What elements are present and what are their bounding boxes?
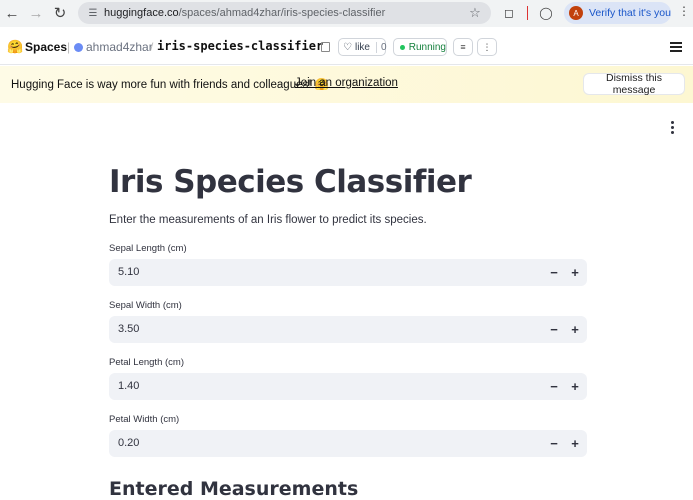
url-host: huggingface.co [104, 7, 179, 19]
status-dot [400, 44, 405, 50]
sepal-width-value[interactable]: 3.50 [118, 323, 139, 335]
join-organization-link[interactable]: Join an organization [295, 77, 398, 89]
owner-link[interactable]: ahmad4zhar [86, 40, 153, 54]
extensions-icon[interactable]: ◻ [500, 4, 518, 22]
increment-icon[interactable]: + [565, 262, 585, 282]
increment-icon[interactable]: + [565, 319, 585, 339]
address-bar[interactable]: ☰ huggingface.co/spaces/ahmad4zhar/iris-… [78, 2, 491, 24]
sepal-length-stepper[interactable]: 5.10 − + [109, 259, 587, 286]
repo-name[interactable]: iris-species-classifier [157, 39, 323, 53]
sepal-length-value[interactable]: 5.10 [118, 266, 139, 278]
owner-avatar [74, 43, 83, 52]
dismiss-button[interactable]: Dismiss this message [583, 72, 685, 96]
more-options-button[interactable]: ⋮ [477, 38, 497, 56]
hf-header: 🤗 Spaces | ahmad4zhar / iris-species-cla… [0, 30, 693, 65]
logs-button[interactable]: ≡ [453, 38, 473, 56]
browser-menu-icon[interactable]: ⋮ [678, 4, 690, 18]
hugging-face-logo-icon[interactable]: 🤗 [7, 39, 23, 55]
banner-message: Hugging Face is way more fun with friend… [11, 79, 329, 91]
breadcrumb-divider: | [67, 40, 71, 54]
sepal-width-label: Sepal Width (cm) [109, 300, 182, 311]
app-menu-icon[interactable] [671, 121, 675, 136]
decrement-icon[interactable]: − [544, 376, 564, 396]
status-badge[interactable]: Running [393, 38, 447, 56]
petal-length-value[interactable]: 1.40 [118, 380, 139, 392]
sepal-width-stepper[interactable]: 3.50 − + [109, 316, 587, 343]
promo-banner: Hugging Face is way more fun with friend… [0, 66, 693, 103]
site-info-icon[interactable]: ☰ [82, 8, 104, 19]
url-path: /spaces/ahmad4zhar/iris-species-classifi… [178, 7, 386, 19]
increment-icon[interactable]: + [565, 433, 585, 453]
profile-avatar: A [569, 6, 583, 20]
petal-length-label: Petal Length (cm) [109, 357, 184, 368]
sepal-length-label: Sepal Length (cm) [109, 243, 187, 254]
like-count: 0 [375, 41, 387, 53]
reload-icon[interactable]: ↻ [48, 1, 72, 25]
decrement-icon[interactable]: − [544, 433, 564, 453]
petal-width-stepper[interactable]: 0.20 − + [109, 430, 587, 457]
browser-toolbar: ← → ↻ ☰ huggingface.co/spaces/ahmad4zhar… [0, 0, 693, 27]
url-text[interactable]: huggingface.co/spaces/ahmad4zhar/iris-sp… [104, 7, 465, 19]
like-button[interactable]: ♡ like 0 [338, 38, 387, 56]
increment-icon[interactable]: + [565, 376, 585, 396]
page-description: Enter the measurements of an Iris flower… [109, 214, 427, 226]
back-icon[interactable]: ← [0, 1, 24, 25]
verify-identity-button[interactable]: A Verify that it's you [564, 2, 671, 24]
verify-label: Verify that it's you [589, 7, 671, 19]
spaces-link[interactable]: Spaces [25, 40, 67, 54]
decrement-icon[interactable]: − [544, 262, 564, 282]
petal-length-stepper[interactable]: 1.40 − + [109, 373, 587, 400]
petal-width-value[interactable]: 0.20 [118, 437, 139, 449]
heart-icon: ♡ [343, 41, 352, 53]
petal-width-label: Petal Width (cm) [109, 414, 180, 425]
copy-icon[interactable] [321, 42, 330, 52]
hamburger-menu-icon[interactable] [670, 42, 682, 54]
breadcrumb-slash: / [150, 40, 154, 54]
bookmark-star-icon[interactable]: ☆ [465, 5, 485, 21]
decrement-icon[interactable]: − [544, 319, 564, 339]
forward-icon[interactable]: → [24, 1, 48, 25]
like-label: like [354, 41, 370, 53]
page-title: Iris Species Classifier [109, 164, 472, 200]
toolbar-divider [527, 6, 528, 20]
status-label: Running [408, 41, 446, 53]
tab-sync-icon[interactable]: ◯ [537, 4, 555, 22]
